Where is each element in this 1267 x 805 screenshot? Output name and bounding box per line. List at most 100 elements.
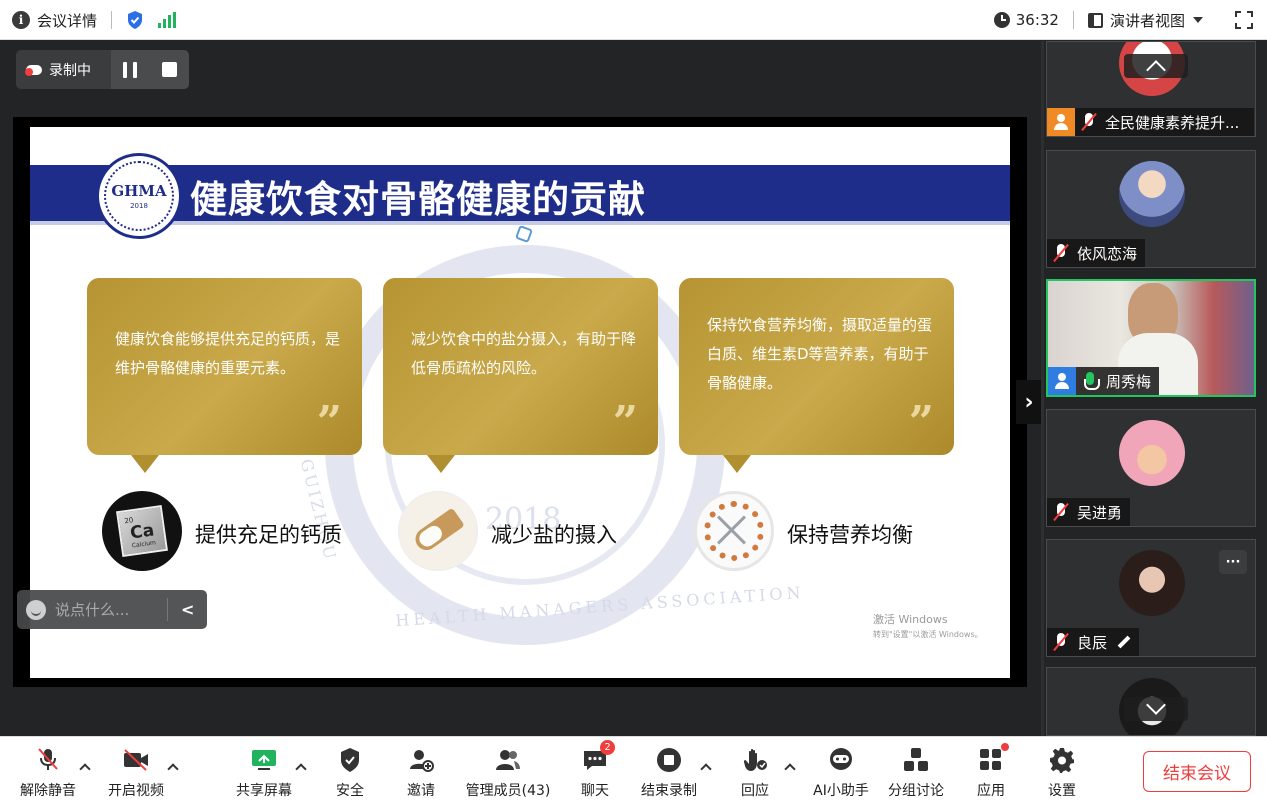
avatar <box>1119 161 1185 227</box>
manage-members-button[interactable]: 管理成员(43) <box>462 737 554 805</box>
participant-tile[interactable]: 依风恋海 <box>1046 150 1256 268</box>
breakout-rooms-button[interactable]: 分组讨论 <box>884 737 948 805</box>
share-screen-label: 共享屏幕 <box>236 783 292 799</box>
balanced-plate-image <box>694 491 774 571</box>
shield-icon <box>336 746 364 774</box>
participant-tile-active-speaker[interactable]: 周秀梅 <box>1046 279 1256 397</box>
meeting-info-group: i 会议详情 <box>12 0 177 40</box>
more-options-icon[interactable]: ··· <box>1219 550 1247 574</box>
start-video-button[interactable]: 开启视频 <box>104 737 168 805</box>
divider <box>111 11 113 29</box>
view-mode-dropdown[interactable]: 演讲者视图 <box>1087 10 1203 31</box>
stop-recording-icon[interactable] <box>161 62 177 77</box>
avatar <box>1119 420 1185 486</box>
topbar-right-group: 36:32 演讲者视图 <box>993 0 1267 40</box>
audio-options-chevron-icon[interactable] <box>79 763 91 775</box>
participant-name: 周秀梅 <box>1106 372 1152 391</box>
settings-button[interactable]: 设置 <box>1040 737 1084 805</box>
pause-recording-icon[interactable] <box>123 61 138 78</box>
chat-bubble-icon: 2 <box>581 740 615 774</box>
share-options-chevron-icon[interactable] <box>295 763 307 775</box>
activate-windows-line1: 激活 Windows <box>873 613 948 626</box>
gear-icon <box>1048 746 1076 774</box>
invite-button[interactable]: 邀请 <box>399 737 443 805</box>
activate-windows-watermark: 激活 Windows 转到"设置"以激活 Windows。 <box>873 611 983 640</box>
salt-spoon-image <box>398 491 478 571</box>
share-screen-button[interactable]: 共享屏幕 <box>232 737 296 805</box>
chat-label: 聊天 <box>581 783 609 799</box>
ai-bot-icon <box>827 746 855 774</box>
apps-notification-dot <box>1001 743 1009 751</box>
host-icon <box>1048 367 1076 395</box>
video-options-chevron-icon[interactable] <box>167 763 179 775</box>
info-card-calcium: 健康饮食能够提供充足的钙质，是维护骨骼健康的重要元素。 ” <box>87 278 362 473</box>
apps-label: 应用 <box>977 783 1005 799</box>
recording-options-chevron-icon[interactable] <box>700 763 712 775</box>
participant-name-tag: 良辰 <box>1047 628 1140 656</box>
breakout-rooms-label: 分组讨论 <box>888 783 944 799</box>
meeting-details-link[interactable]: 会议详情 <box>37 10 97 31</box>
invite-label: 邀请 <box>407 783 435 799</box>
security-label: 安全 <box>336 783 364 799</box>
chat-button[interactable]: 2 聊天 <box>573 737 617 805</box>
cursor-icon <box>515 225 533 243</box>
manage-members-label: 管理成员(43) <box>465 783 551 799</box>
participant-name-tag: 吴进勇 <box>1047 498 1131 526</box>
members-icon <box>494 746 522 774</box>
video-off-icon <box>122 746 150 774</box>
mic-muted-icon <box>1051 502 1071 522</box>
emoji-icon[interactable] <box>26 599 46 620</box>
logo-year: 2018 <box>130 202 148 210</box>
card-text: 保持饮食营养均衡，摄取适量的蛋白质、维生素D等营养素，有助于骨骼健康。 <box>707 316 933 392</box>
participant-tile[interactable]: 吴进勇 <box>1046 409 1256 527</box>
speaker-view-icon <box>1087 12 1103 28</box>
spoon-icon <box>411 507 465 555</box>
security-button[interactable]: 安全 <box>328 737 372 805</box>
apps-button[interactable]: 应用 <box>969 737 1013 805</box>
start-video-label: 开启视频 <box>108 783 164 799</box>
end-meeting-button[interactable]: 结束会议 <box>1143 751 1251 792</box>
chevron-right-icon[interactable]: › <box>1016 380 1042 424</box>
unmute-button[interactable]: 解除静音 <box>16 737 80 805</box>
recording-indicator: 录制中 <box>16 50 189 89</box>
collapse-chat-icon[interactable]: < <box>181 600 194 619</box>
meeting-topbar: i 会议详情 36:32 演讲者视图 <box>0 0 1267 40</box>
network-signal-icon[interactable] <box>158 12 177 28</box>
participant-name: 依风恋海 <box>1077 244 1138 263</box>
participant-name: 良辰 <box>1077 633 1108 652</box>
calcium-element-image: 20 Ca Calcium <box>102 491 182 571</box>
logo-text: GHMA <box>111 182 167 200</box>
raise-hand-icon <box>741 746 769 774</box>
participant-tile[interactable]: ··· 良辰 <box>1046 539 1256 657</box>
chevron-down-icon <box>1146 695 1166 715</box>
chat-input-bar[interactable]: 说点什么... < <box>17 590 207 629</box>
apps-grid-icon <box>977 743 1009 774</box>
reactions-button[interactable]: 回应 <box>733 737 777 805</box>
reaction-options-chevron-icon[interactable] <box>784 763 796 775</box>
settings-label: 设置 <box>1048 783 1076 799</box>
mic-muted-icon <box>34 746 62 774</box>
scroll-down-button[interactable] <box>1124 695 1188 721</box>
quote-icon: ” <box>908 397 934 448</box>
label-calcium: 提供充足的钙质 <box>195 523 342 547</box>
chat-input[interactable]: 说点什么... <box>55 599 129 620</box>
unmute-label: 解除静音 <box>20 783 76 799</box>
participant-name-tag: 全民健康素养提升... <box>1047 108 1254 136</box>
info-card-salt: 减少饮食中的盐分摄入，有助于降低骨质疏松的风险。 ” <box>383 278 658 473</box>
ai-assistant-label: AI小助手 <box>813 783 869 799</box>
mic-muted-icon <box>1051 243 1071 263</box>
fullscreen-icon[interactable] <box>1235 11 1253 29</box>
divider <box>167 598 168 621</box>
shield-check-icon[interactable] <box>126 10 144 30</box>
ai-assistant-button[interactable]: AI小助手 <box>809 737 873 805</box>
end-recording-button[interactable]: 结束录制 <box>637 737 701 805</box>
pencil-icon <box>1117 635 1131 649</box>
share-screen-icon <box>250 746 278 774</box>
chat-unread-badge: 2 <box>600 740 615 755</box>
card-text: 健康饮食能够提供充足的钙质，是维护骨骼健康的重要元素。 <box>115 330 341 377</box>
mic-on-icon <box>1080 371 1100 391</box>
scroll-up-button[interactable] <box>1124 54 1188 80</box>
panel-divider[interactable] <box>1041 41 1044 736</box>
info-icon[interactable]: i <box>12 11 30 29</box>
quote-icon: ” <box>316 397 342 448</box>
